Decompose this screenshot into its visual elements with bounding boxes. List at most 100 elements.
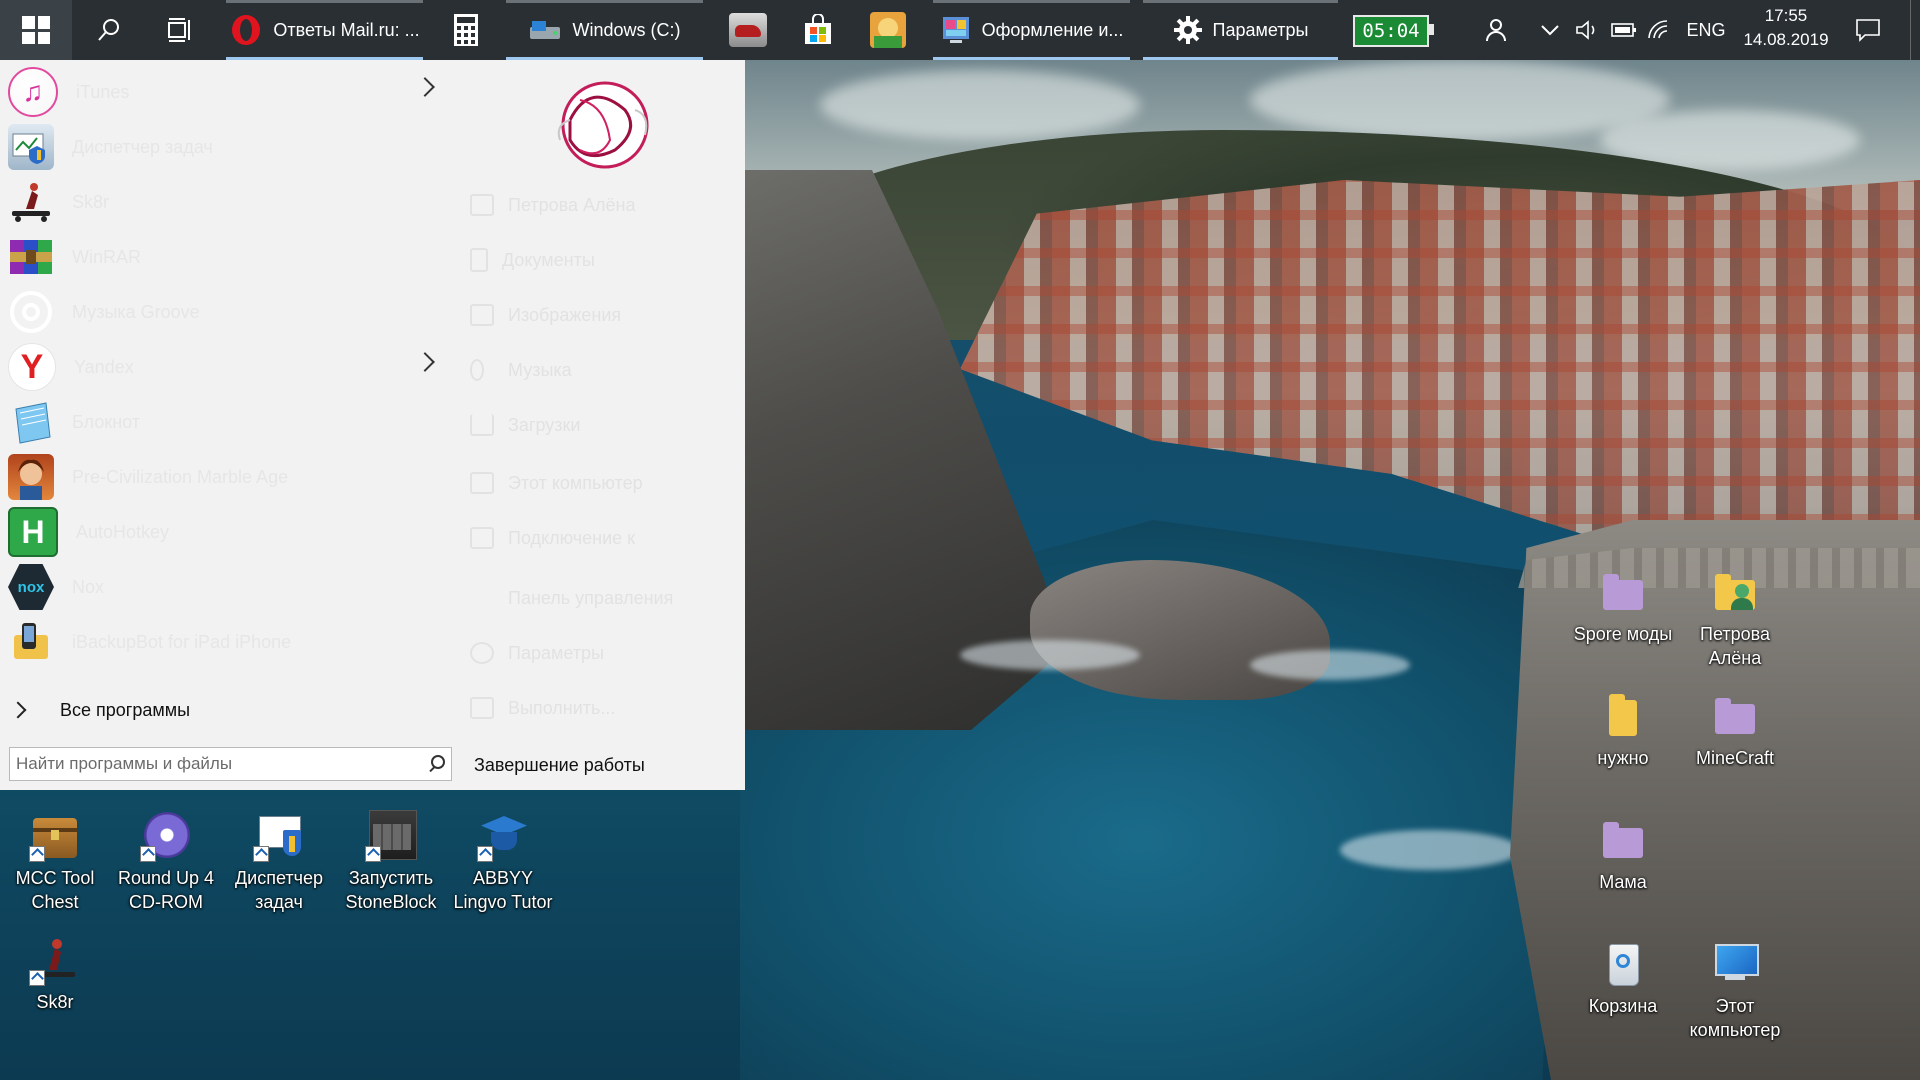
folder-icon xyxy=(1597,566,1649,618)
desktop-icon-user-folder[interactable]: Петрова Алёна xyxy=(1680,566,1790,670)
cd-rom-app-icon xyxy=(140,810,192,862)
clock-time: 17:55 xyxy=(1764,6,1808,25)
start-search-box[interactable] xyxy=(9,747,452,781)
desktop-icon-spore-mods[interactable]: Spore моды xyxy=(1568,566,1678,646)
start-place-documents[interactable]: Документы xyxy=(470,240,730,280)
groove-music-icon xyxy=(8,289,54,335)
start-app-label: Диспетчер задач xyxy=(72,136,213,157)
start-app-label: Блокнот xyxy=(72,411,141,432)
tray-overflow-button[interactable] xyxy=(1532,0,1568,60)
desktop-icon-label: ABBYY Lingvo Tutor xyxy=(453,868,553,912)
desktop-icon-label: Мама xyxy=(1599,872,1647,892)
taskbar-app-opera[interactable]: Ответы Mail.ru: ... xyxy=(226,0,423,60)
desktop-icon-mama[interactable]: Мама xyxy=(1568,814,1678,894)
volume-button[interactable] xyxy=(1570,0,1606,60)
taskbar-app-game[interactable] xyxy=(718,0,778,60)
yandex-icon: Y xyxy=(8,343,56,391)
start-place-music[interactable]: Музыка xyxy=(470,350,730,390)
taskbar-app-personalization[interactable]: Оформление и... xyxy=(933,0,1130,60)
task-manager-icon xyxy=(8,124,54,170)
start-app-itunes[interactable]: ♫ iTunes xyxy=(0,66,450,118)
start-app-nox[interactable]: nox Nox xyxy=(0,561,450,613)
action-center-button[interactable] xyxy=(1844,0,1892,60)
desktop-icon-round-up[interactable]: Round Up 4 CD-ROM xyxy=(111,810,221,914)
chevron-right-icon[interactable] xyxy=(415,352,435,372)
start-app-yandex[interactable]: Y Yandex xyxy=(0,341,450,393)
chevron-right-icon[interactable] xyxy=(415,77,435,97)
battery-status-button[interactable] xyxy=(1606,0,1642,60)
desktop-icon-label: MineCraft xyxy=(1695,748,1775,768)
wallpaper-cloud xyxy=(820,70,1140,140)
wallpaper-foam xyxy=(1340,830,1520,870)
search-button[interactable] xyxy=(78,0,140,60)
show-desktop-button[interactable] xyxy=(1910,0,1920,60)
language-indicator[interactable]: ENG xyxy=(1682,0,1730,60)
start-place-run[interactable]: Выполнить... xyxy=(470,688,730,728)
desktop-icon-nuzhno[interactable]: нужно xyxy=(1568,690,1678,770)
battery-timer-widget[interactable]: 05:04 xyxy=(1353,15,1434,47)
desktop-icon-mcc-tool-chest[interactable]: MCC Tool Chest xyxy=(0,810,110,914)
start-app-ibackupbot[interactable]: iBackupBot for iPad iPhone xyxy=(0,616,450,668)
start-app-winrar[interactable]: WinRAR xyxy=(0,231,450,283)
settings-icon xyxy=(470,642,494,664)
taskbar-app-calculator[interactable] xyxy=(436,0,496,60)
ibackupbot-icon xyxy=(8,619,54,665)
user-avatar[interactable] xyxy=(540,70,670,180)
clock[interactable]: 17:55 14.08.2019 xyxy=(1738,4,1834,52)
desktop-icon-label: Запустить StoneBlock xyxy=(345,868,437,912)
chevron-right-icon xyxy=(9,701,27,719)
search-icon[interactable] xyxy=(421,749,451,779)
all-programs-button[interactable]: Все программы xyxy=(0,692,450,728)
search-input[interactable] xyxy=(10,749,421,779)
desktop-icon-minecraft[interactable]: MineCraft xyxy=(1680,690,1790,770)
music-icon xyxy=(470,359,484,381)
start-button[interactable] xyxy=(0,0,72,60)
user-folder-icon xyxy=(1709,566,1761,618)
clock-date: 14.08.2019 xyxy=(1743,30,1829,49)
start-place-control-panel[interactable]: Панель управления xyxy=(470,578,730,618)
winrar-icon xyxy=(8,234,54,280)
start-app-groove[interactable]: Музыка Groove xyxy=(0,286,450,338)
people-button[interactable] xyxy=(1478,0,1518,60)
start-place-label: Выполнить... xyxy=(508,697,616,718)
start-place-label: Подключение к xyxy=(508,527,636,548)
game-icon xyxy=(729,13,767,47)
desktop-icon-this-pc[interactable]: Этот компьютер xyxy=(1680,938,1790,1042)
chest-icon xyxy=(29,810,81,862)
start-app-autohotkey[interactable]: H AutoHotkey xyxy=(0,506,450,558)
start-app-label: Музыка Groove xyxy=(72,301,200,322)
start-app-notepad[interactable]: Блокнот xyxy=(0,396,450,448)
taskbar-app-store[interactable] xyxy=(788,0,848,60)
taskbar-app-explorer[interactable]: Windows (C:) xyxy=(506,0,703,60)
documents-icon xyxy=(470,248,488,272)
task-view-button[interactable] xyxy=(148,0,210,60)
start-place-user[interactable]: Петрова Алёна xyxy=(470,185,730,225)
desktop-icon-label: Корзина xyxy=(1588,996,1658,1016)
start-place-downloads[interactable]: Загрузки xyxy=(470,405,730,445)
run-icon xyxy=(470,697,494,719)
drive-icon xyxy=(530,21,561,39)
start-place-pictures[interactable]: Изображения xyxy=(470,295,730,335)
shutdown-button[interactable]: Завершение работы xyxy=(474,750,645,780)
taskbar-app-settings[interactable]: Параметры xyxy=(1143,0,1338,60)
desktop-icon-task-manager[interactable]: Диспетчер задач xyxy=(224,810,334,914)
notepad-icon xyxy=(8,399,54,445)
start-place-label: Загрузки xyxy=(508,414,581,435)
desktop-icon-recycle-bin[interactable]: Корзина xyxy=(1568,938,1678,1018)
desktop-icon-sk8r[interactable]: Sk8r xyxy=(0,934,110,1014)
desktop-icon-abbyy-lingvo[interactable]: ABBYY Lingvo Tutor xyxy=(448,810,558,914)
downloads-icon xyxy=(470,414,494,436)
start-app-pre-civilization[interactable]: Pre-Civilization Marble Age xyxy=(0,451,450,503)
taskbar-app-cartoon-game[interactable] xyxy=(858,0,918,60)
start-place-settings[interactable]: Параметры xyxy=(470,633,730,673)
wifi-button[interactable] xyxy=(1642,0,1678,60)
taskbar-app-label: Оформление и... xyxy=(981,19,1124,40)
store-icon xyxy=(805,14,831,44)
chevron-down-icon xyxy=(1541,25,1559,36)
start-app-sk8r[interactable]: Sk8r xyxy=(0,176,450,228)
start-place-computer[interactable]: Этот компьютер xyxy=(470,463,730,503)
start-app-task-manager[interactable]: Диспетчер задач xyxy=(0,121,450,173)
start-place-connect[interactable]: Подключение к xyxy=(470,518,730,558)
search-icon xyxy=(98,19,119,41)
desktop-icon-stoneblock[interactable]: Запустить StoneBlock xyxy=(336,810,446,914)
